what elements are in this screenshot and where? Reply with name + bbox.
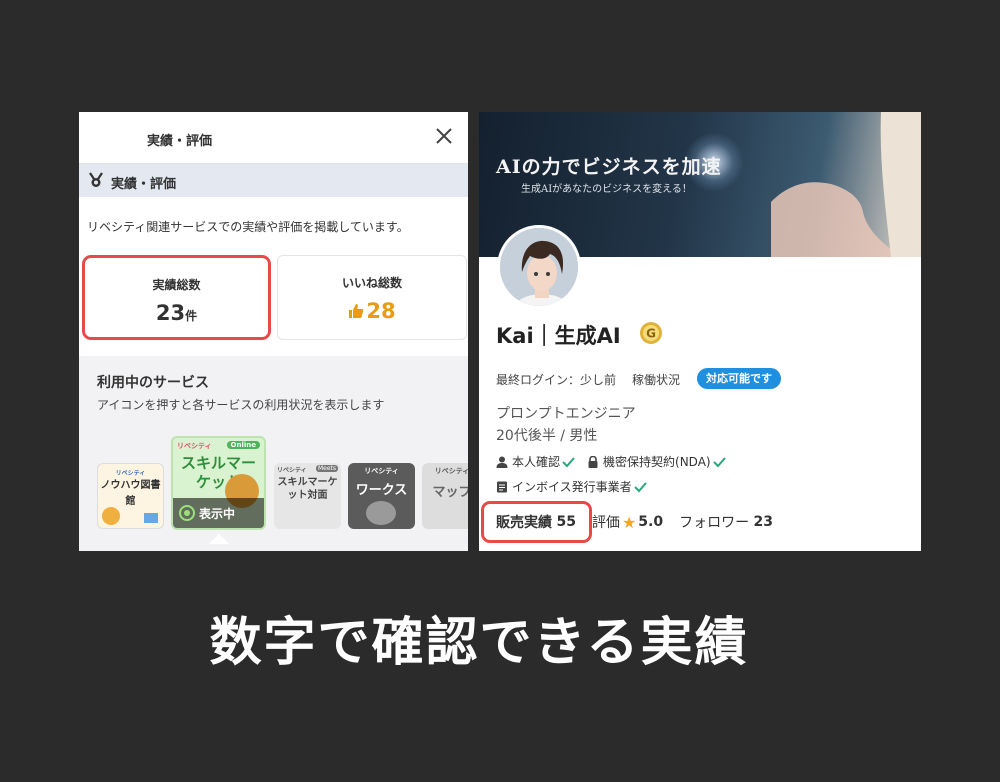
service-skill-market-meets[interactable]: リベシティ Meets スキルマーケット対面: [274, 463, 341, 529]
check-icon: [633, 481, 647, 492]
total-achievements-label: 実績総数: [152, 278, 201, 292]
modal-title: 実績・評価: [147, 134, 213, 149]
rating-label: 評価: [591, 515, 620, 531]
total-likes-value: 28: [278, 299, 466, 323]
gold-badge-icon: G: [640, 322, 662, 344]
lion-mascot-icon: [102, 507, 120, 525]
book-icon: [144, 513, 158, 523]
profile-card: AIの力でビジネスを加速 生成AIがあなたのビジネスを変える！ Kai｜生成AI…: [479, 112, 921, 551]
selection-caret: [209, 534, 229, 544]
invoice-issuer-label: インボイス発行事業者: [512, 480, 632, 494]
service-knowhow-library[interactable]: リベシティ ノウハウ図書館: [97, 463, 164, 529]
avatar[interactable]: [497, 225, 581, 309]
identity-verified-label: 本人確認: [512, 455, 561, 469]
profile-stats: 販売実績 55 評価 ★ 5.0 フォロワー 23: [496, 512, 773, 532]
services-section: 利用中のサービス アイコンを押すと各サービスの利用状況を表示します リベシティ …: [79, 356, 468, 551]
lion-mascot-icon: [366, 501, 396, 525]
hand-illustration: [771, 112, 921, 257]
check-icon: [562, 456, 575, 467]
total-achievements-card: 実績総数 23件: [82, 255, 271, 340]
achievements-modal: 実績・評価 実績・評価 リベシティ関連サービスでの実績や評価を掲載しています。 …: [79, 112, 468, 551]
followers-count[interactable]: 23: [754, 514, 773, 530]
sales-label: 販売実績: [496, 515, 552, 531]
last-login: 最終ログイン：少し前: [496, 373, 617, 387]
profile-name: Kai｜生成AI: [496, 324, 621, 348]
job-title: プロンプトエンジニア: [496, 406, 636, 422]
medal-icon: [89, 172, 103, 187]
avatar-illustration: [500, 228, 578, 306]
svg-text:G: G: [646, 327, 656, 341]
modal-header: 実績・評価: [79, 112, 468, 164]
total-likes-card: いいね総数 28: [277, 255, 467, 340]
work-status-label: 稼働状況: [632, 373, 681, 387]
section-header: 実績・評価: [79, 164, 468, 197]
service-skill-market-online[interactable]: リベシティ Online スキルマーケット 表示中: [171, 436, 266, 530]
rating-value: 5.0: [638, 514, 664, 530]
nda-label: 機密保持契約(NDA): [603, 455, 711, 469]
slide-caption: 数字で確認できる実績: [209, 613, 749, 673]
service-map[interactable]: リベシティ マップ: [422, 463, 468, 529]
status-row: 最終ログイン：少し前 稼働状況: [496, 371, 680, 388]
total-achievements-value: 23件: [155, 301, 198, 325]
section-description: リベシティ関連サービスでの実績や評価を掲載しています。: [87, 220, 409, 234]
selected-overlay: 表示中: [173, 498, 264, 528]
services-heading: 利用中のサービス: [97, 375, 209, 391]
profile-demographics: 20代後半 / 男性: [496, 428, 598, 444]
banner-title: AIの力でビジネスを加速: [496, 156, 722, 178]
check-icon: [712, 456, 726, 467]
services-description: アイコンを押すと各サービスの利用状況を表示します: [97, 398, 385, 412]
availability-badge: 対応可能です: [697, 368, 781, 389]
total-likes-label: いいね総数: [341, 276, 402, 290]
person-icon: [496, 456, 508, 468]
document-icon: [497, 481, 507, 492]
target-icon: [179, 505, 195, 521]
verification-row: 本人確認 機密保持契約(NDA): [496, 453, 738, 470]
followers-label[interactable]: フォロワー: [679, 512, 749, 532]
service-works[interactable]: リベシティ ワークス: [348, 463, 415, 529]
section-label: 実績・評価: [111, 177, 177, 192]
lock-icon: [588, 455, 598, 468]
verification-row: インボイス発行事業者: [496, 478, 659, 495]
thumbs-up-icon: [349, 304, 364, 318]
star-icon: ★: [621, 512, 637, 532]
close-icon[interactable]: [434, 126, 454, 146]
banner-subtitle: 生成AIがあなたのビジネスを変える！: [521, 184, 692, 195]
sales-count: 55: [556, 514, 576, 530]
